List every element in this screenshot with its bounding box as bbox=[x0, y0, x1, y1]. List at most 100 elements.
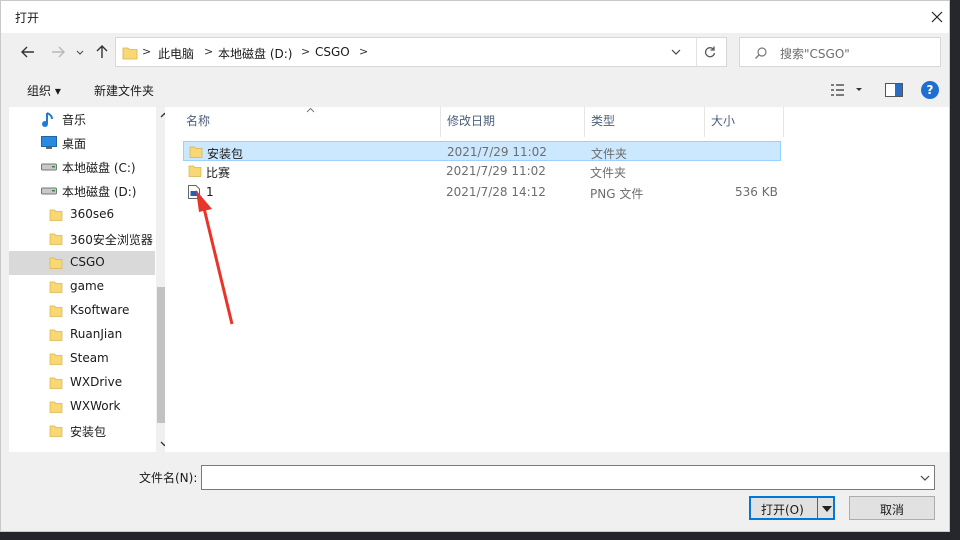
filename-label: 文件名(N): bbox=[139, 471, 198, 485]
folder-icon bbox=[189, 146, 203, 158]
sort-ascending-icon bbox=[306, 107, 315, 113]
command-bar: 组织 ▾ 新建文件夹 ? bbox=[1, 73, 949, 107]
nav-item[interactable]: game bbox=[9, 275, 155, 299]
file-date: 2021/7/29 11:02 bbox=[447, 145, 547, 159]
breadcrumb-separator: > bbox=[204, 45, 214, 58]
background-strip bbox=[0, 532, 960, 540]
new-folder-button[interactable]: 新建文件夹 bbox=[94, 82, 154, 99]
nav-item[interactable]: 360安全浏览器 bbox=[9, 227, 155, 251]
back-button[interactable] bbox=[17, 41, 39, 63]
nav-item-label: 本地磁盘 (C:) bbox=[62, 161, 136, 175]
nav-item-icon bbox=[49, 376, 63, 393]
chevron-down-icon[interactable] bbox=[920, 474, 930, 482]
cancel-button[interactable]: 取消 bbox=[849, 496, 935, 520]
preview-pane-icon[interactable] bbox=[885, 83, 903, 97]
organize-button[interactable]: 组织 ▾ bbox=[27, 82, 61, 99]
folder-icon bbox=[122, 47, 138, 60]
folder-icon bbox=[49, 353, 63, 365]
nav-item-icon bbox=[49, 352, 63, 369]
search-placeholder: 搜索"CSGO" bbox=[780, 47, 850, 61]
refresh-icon[interactable] bbox=[703, 45, 717, 59]
nav-item[interactable]: Steam bbox=[9, 347, 155, 371]
folder-icon bbox=[49, 425, 63, 437]
window-title: 打开 bbox=[15, 11, 40, 25]
column-divider[interactable] bbox=[704, 107, 705, 137]
nav-item-label: 桌面 bbox=[62, 137, 87, 151]
nav-item-label: CSGO bbox=[70, 255, 105, 269]
music-icon bbox=[42, 112, 53, 127]
nav-item[interactable]: 安装包 bbox=[9, 419, 155, 443]
address-bar[interactable]: > 此电脑 > 本地磁盘 (D:) > CSGO > bbox=[115, 37, 727, 67]
column-header-type[interactable]: 类型 bbox=[591, 112, 615, 129]
nav-item-icon bbox=[49, 328, 63, 345]
open-button[interactable]: 打开(O) bbox=[749, 496, 835, 520]
breadcrumb-separator: > bbox=[142, 45, 152, 58]
nav-item-icon bbox=[49, 280, 63, 297]
file-list: 名称 修改日期 类型 大小 安装包 2021/7/29 11:02 文件夹 比赛 202… bbox=[165, 107, 949, 452]
nav-item[interactable]: RuanJian bbox=[9, 323, 155, 347]
chevron-down-icon[interactable] bbox=[670, 46, 682, 58]
search-icon bbox=[755, 47, 767, 59]
nav-item-label: 安装包 bbox=[70, 425, 107, 439]
nav-item[interactable]: 音乐 bbox=[9, 107, 155, 131]
breadcrumb-separator: > bbox=[359, 45, 369, 58]
breadcrumb-drive-d[interactable]: 本地磁盘 (D:) bbox=[218, 45, 292, 62]
close-button[interactable] bbox=[923, 5, 949, 29]
nav-item-icon bbox=[49, 400, 63, 417]
forward-button[interactable] bbox=[47, 41, 69, 63]
column-header-date[interactable]: 修改日期 bbox=[447, 112, 495, 129]
column-divider[interactable] bbox=[783, 107, 784, 137]
file-type: PNG 文件 bbox=[590, 187, 644, 201]
nav-item[interactable]: 桌面 bbox=[9, 131, 155, 155]
breadcrumb-this-pc[interactable]: 此电脑 bbox=[158, 45, 194, 62]
up-button[interactable] bbox=[91, 41, 113, 63]
chevron-down-icon bbox=[76, 50, 84, 55]
column-header-size[interactable]: 大小 bbox=[711, 112, 735, 129]
file-date: 2021/7/28 14:12 bbox=[446, 185, 546, 199]
background-edge bbox=[950, 0, 960, 540]
address-divider bbox=[696, 38, 697, 66]
nav-item[interactable]: Ksoftware bbox=[9, 299, 155, 323]
file-icon bbox=[189, 145, 203, 162]
dropdown-arrow-icon[interactable] bbox=[822, 505, 832, 513]
folder-icon bbox=[49, 209, 63, 221]
view-options-icon[interactable] bbox=[831, 83, 863, 97]
file-type: 文件夹 bbox=[590, 166, 627, 180]
file-icon bbox=[188, 185, 200, 202]
file-row[interactable]: 安装包 2021/7/29 11:02 文件夹 bbox=[183, 141, 781, 161]
nav-item-label: 360安全浏览器 bbox=[70, 233, 153, 247]
nav-item-icon bbox=[49, 424, 63, 441]
column-divider[interactable] bbox=[584, 107, 585, 137]
column-divider[interactable] bbox=[440, 107, 441, 137]
nav-item-label: 本地磁盘 (D:) bbox=[62, 185, 137, 199]
folder-icon bbox=[49, 257, 63, 269]
recent-locations-button[interactable] bbox=[69, 41, 91, 63]
nav-item[interactable]: WXWork bbox=[9, 395, 155, 419]
nav-item[interactable]: 本地磁盘 (C:) bbox=[9, 155, 155, 179]
nav-item[interactable]: WXDrive bbox=[9, 371, 155, 395]
nav-item-icon bbox=[41, 160, 57, 175]
filename-input[interactable] bbox=[201, 465, 935, 490]
folder-icon bbox=[188, 165, 202, 177]
file-row[interactable]: 比赛 2021/7/29 11:02 文件夹 bbox=[183, 161, 781, 181]
folder-icon bbox=[49, 233, 63, 245]
nav-item[interactable]: 360se6 bbox=[9, 203, 155, 227]
nav-item[interactable]: 本地磁盘 (D:) bbox=[9, 179, 155, 203]
nav-item-icon bbox=[49, 304, 63, 321]
nav-item-icon bbox=[41, 112, 55, 131]
search-box[interactable]: 搜索"CSGO" bbox=[739, 37, 941, 67]
folder-icon bbox=[49, 305, 63, 317]
drive-icon bbox=[41, 187, 57, 195]
open-file-dialog: 打开 > 此电脑 > 本地磁盘 (D:) > CSGO > 搜索"CSGO" 组… bbox=[0, 0, 950, 532]
file-size: 536 KB bbox=[735, 185, 778, 199]
nav-item-label: Ksoftware bbox=[70, 303, 130, 317]
navigation-pane: 音乐桌面本地磁盘 (C:) 本地磁盘 (D:) 360se6 360安全浏览器 CSGO… bbox=[9, 107, 173, 452]
help-icon[interactable]: ? bbox=[921, 81, 939, 99]
nav-item-label: 360se6 bbox=[70, 207, 115, 221]
column-header-name[interactable]: 名称 bbox=[186, 112, 210, 129]
cancel-button-label: 取消 bbox=[879, 503, 904, 517]
desktop-icon bbox=[41, 136, 57, 149]
breadcrumb-csgo[interactable]: CSGO bbox=[315, 45, 350, 59]
file-row[interactable]: 1 2021/7/28 14:12 PNG 文件 536 KB bbox=[183, 182, 781, 202]
nav-item[interactable]: CSGO bbox=[9, 251, 155, 275]
